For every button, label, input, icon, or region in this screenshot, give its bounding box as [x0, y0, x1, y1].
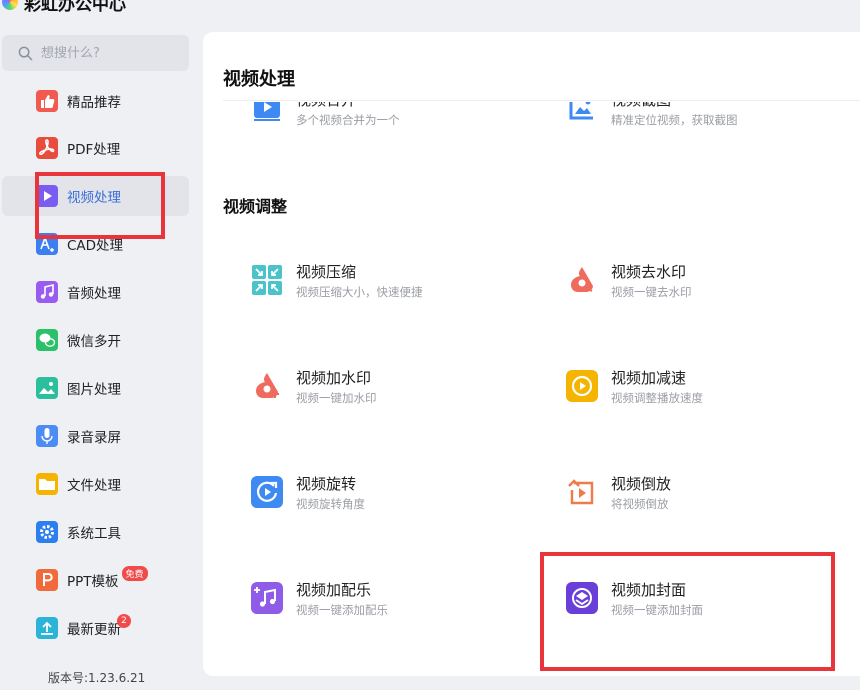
card-title: 视频旋转	[296, 475, 357, 493]
sidebar-item-label: PDF处理	[67, 142, 121, 158]
card-description: 视频旋转角度	[296, 497, 365, 511]
gear-icon	[36, 521, 58, 543]
card-title: 视频加减速	[611, 369, 687, 387]
card-title: 视频去水印	[611, 263, 687, 281]
sidebar-item-featured[interactable]: 精品推荐	[2, 81, 189, 121]
add-watermark-icon	[251, 370, 283, 402]
search-icon	[18, 46, 33, 60]
card-description: 多个视频合并为一个	[296, 113, 400, 127]
sidebar-item-label: 微信多开	[67, 334, 121, 350]
card-video-speed[interactable]: 视频加减速 视频调整播放速度	[566, 368, 703, 406]
rainbow-logo-icon	[2, 0, 18, 10]
partial-card-row: 视频合并 多个视频合并为一个 视频截图 精准定位视频，获取截图	[203, 102, 860, 142]
card-title: 视频加配乐	[296, 581, 372, 599]
folder-icon	[36, 473, 58, 495]
card-description: 视频一键去水印	[611, 285, 692, 299]
sidebar-item-wechat[interactable]: 微信多开	[2, 320, 189, 360]
search-input[interactable]	[41, 45, 181, 61]
sidebar-item-label: 精品推荐	[67, 95, 121, 111]
pdf-icon	[36, 137, 58, 159]
card-description: 视频调整播放速度	[611, 391, 703, 405]
card-video-merge[interactable]: 视频合并 多个视频合并为一个	[251, 102, 400, 128]
card-title: 视频加水印	[296, 369, 372, 387]
sidebar-item-updates[interactable]: 最新更新 2	[2, 608, 189, 648]
wechat-icon	[36, 329, 58, 351]
sidebar-item-audio[interactable]: 音频处理	[2, 272, 189, 312]
add-music-icon	[251, 582, 283, 614]
version-label: 版本号:1.23.6.21	[48, 671, 146, 685]
card-video-screenshot[interactable]: 视频截图 精准定位视频，获取截图	[566, 102, 738, 128]
free-badge: 免费	[121, 565, 148, 581]
ppt-icon	[36, 569, 58, 591]
card-video-reverse[interactable]: 视频倒放 将视频倒放	[566, 474, 671, 512]
sidebar-item-label: 录音录屏	[67, 430, 121, 446]
thumbs-up-icon	[36, 90, 58, 112]
card-title: 视频合并	[296, 102, 400, 110]
speed-icon	[566, 370, 598, 402]
app-title-bar: 彩虹办公中心	[0, 0, 126, 15]
card-video-rotate[interactable]: 视频旋转 视频旋转角度	[251, 474, 365, 512]
card-description: 视频一键添加配乐	[296, 603, 388, 617]
section-title: 视频调整	[223, 197, 288, 216]
sidebar-item-recording[interactable]: 录音录屏	[2, 416, 189, 456]
sidebar-item-label: PPT模板	[67, 574, 119, 590]
sidebar-item-image[interactable]: 图片处理	[2, 368, 189, 408]
rotate-icon	[251, 476, 283, 508]
sidebar-item-label: 系统工具	[67, 526, 121, 542]
divider	[223, 100, 860, 101]
microphone-icon	[36, 425, 58, 447]
card-description: 精准定位视频，获取截图	[611, 113, 738, 127]
sidebar-item-label: 文件处理	[67, 478, 121, 494]
sidebar-item-files[interactable]: 文件处理	[2, 464, 189, 504]
card-title: 视频截图	[611, 102, 738, 110]
sidebar-item-label: 图片处理	[67, 382, 121, 398]
card-description: 视频一键加水印	[296, 391, 377, 405]
image-icon	[36, 377, 58, 399]
highlight-box-add-cover	[540, 552, 835, 671]
app-title: 彩虹办公中心	[24, 0, 126, 15]
card-video-remove-watermark[interactable]: 视频去水印 视频一键去水印	[566, 262, 692, 300]
sidebar-item-label: 音频处理	[67, 286, 121, 302]
update-count-badge: 2	[117, 614, 131, 628]
music-icon	[36, 281, 58, 303]
sidebar-item-pdf[interactable]: PDF处理	[2, 128, 189, 168]
video-merge-icon	[251, 102, 283, 124]
sidebar-item-label: 最新更新	[67, 622, 121, 638]
card-video-add-music[interactable]: 视频加配乐 视频一键添加配乐	[251, 580, 388, 618]
highlight-box-video-nav	[35, 172, 165, 239]
reverse-icon	[566, 476, 598, 508]
card-title: 视频倒放	[611, 475, 672, 493]
card-description: 视频压缩大小，快速便捷	[296, 285, 423, 299]
compress-icon	[251, 264, 283, 296]
page-title: 视频处理	[223, 69, 295, 90]
card-video-add-watermark[interactable]: 视频加水印 视频一键加水印	[251, 368, 377, 406]
card-description: 将视频倒放	[611, 497, 669, 511]
card-video-compress[interactable]: 视频压缩 视频压缩大小，快速便捷	[251, 262, 423, 300]
card-title: 视频压缩	[296, 263, 357, 281]
sidebar-item-ppt[interactable]: PPT模板 免费	[2, 560, 189, 600]
search-box[interactable]	[2, 35, 189, 71]
remove-watermark-icon	[566, 264, 598, 296]
video-screenshot-icon	[566, 102, 598, 124]
sidebar-item-system-tools[interactable]: 系统工具	[2, 512, 189, 552]
upload-icon	[36, 617, 58, 639]
